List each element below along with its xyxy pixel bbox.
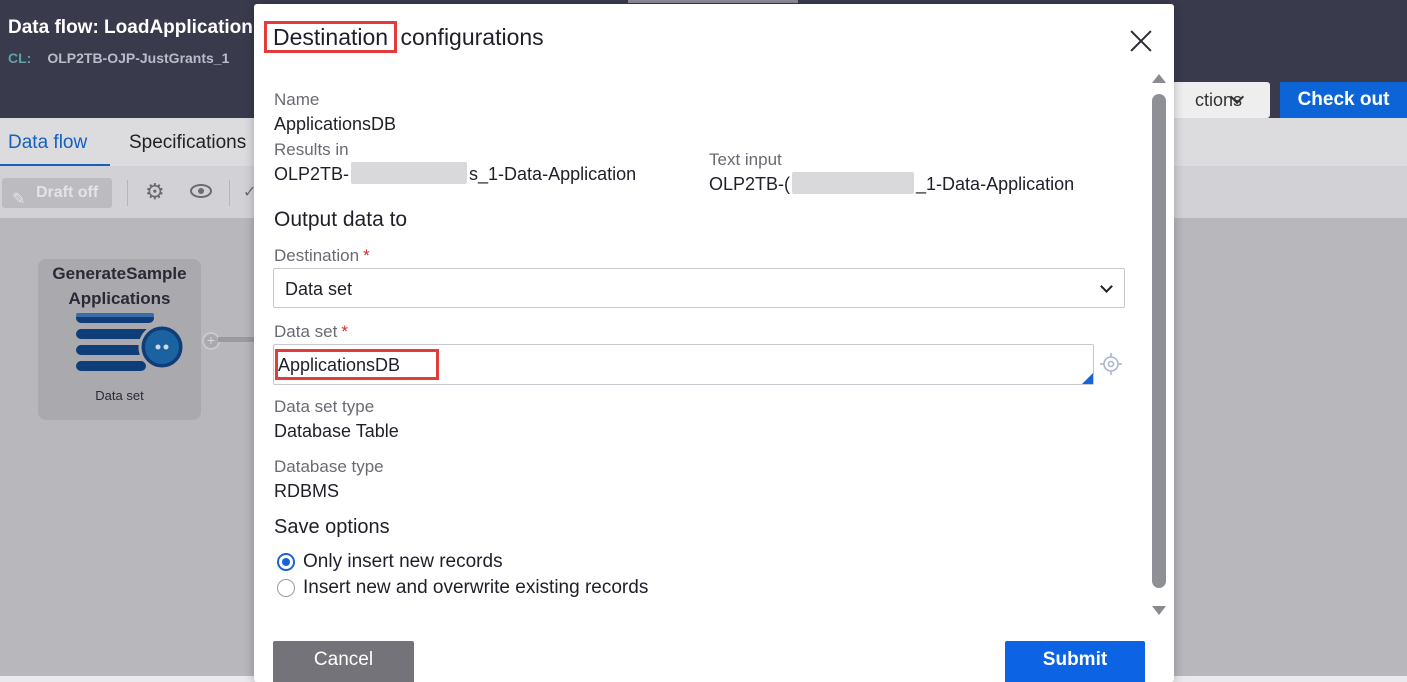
redacted-text	[792, 172, 915, 195]
radio-insert-overwrite-label[interactable]: Insert new and overwrite existing record…	[303, 577, 648, 599]
scroll-up-arrow-icon[interactable]	[1152, 74, 1166, 83]
node-title-line-1: GenerateSample	[52, 264, 187, 283]
close-icon[interactable]	[1126, 26, 1156, 56]
tab-specifications[interactable]: Specifications	[129, 132, 246, 154]
results-in-suffix: s_1-Data-Application	[469, 164, 637, 184]
dataset-type-label: Data set type	[274, 397, 375, 416]
crosshair-icon[interactable]	[1100, 353, 1122, 375]
eye-icon[interactable]	[189, 181, 213, 207]
results-in-label: Results in	[274, 140, 349, 159]
class-value: OLP2TB-OJP-JustGrants_1	[47, 50, 230, 66]
text-input-label: Text input	[709, 150, 782, 169]
scrollbar-thumb[interactable]	[1152, 94, 1166, 588]
destination-config-modal: Destination configurations Name Applicat…	[254, 4, 1174, 682]
draft-toggle-button[interactable]: ✎ Draft off	[2, 178, 112, 208]
destination-label: Destination *	[274, 246, 370, 266]
gear-icon[interactable]: ⚙	[145, 179, 165, 205]
dataset-icon	[76, 313, 186, 371]
tab-data-flow[interactable]: Data flow	[8, 132, 87, 154]
chevron-down-icon	[1100, 280, 1113, 293]
name-value: ApplicationsDB	[274, 114, 397, 134]
dataset-input[interactable]: ApplicationsDB	[273, 344, 1094, 385]
dataset-input-value: ApplicationsDB	[278, 355, 401, 375]
text-input-prefix: OLP2TB-(	[709, 174, 791, 194]
radio-only-insert-label[interactable]: Only insert new records	[303, 551, 503, 573]
required-marker: *	[341, 322, 348, 341]
scroll-down-arrow-icon[interactable]	[1152, 606, 1166, 615]
modal-title-highlight: Destination	[263, 21, 398, 53]
text-input-value: OLP2TB-( _1-Data-Application	[709, 172, 1075, 196]
destination-select[interactable]: Data set	[273, 268, 1125, 308]
radio-insert-overwrite[interactable]	[277, 579, 295, 597]
submit-button[interactable]: Submit	[1005, 641, 1145, 682]
text-input-suffix: _1-Data-Application	[916, 174, 1075, 194]
output-data-heading: Output data to	[274, 208, 408, 231]
header-top-indicator	[628, 0, 798, 3]
modal-title-rest: configurations	[394, 24, 544, 50]
save-options-heading: Save options	[274, 516, 390, 538]
results-in-prefix: OLP2TB-	[274, 164, 350, 184]
name-label: Name	[274, 90, 320, 109]
pencil-icon: ✎	[12, 191, 26, 208]
autocomplete-corner-icon	[1082, 373, 1093, 384]
actions-dropdown[interactable]: ctions	[1168, 82, 1270, 118]
cancel-button[interactable]: Cancel	[273, 641, 414, 682]
node-type-label: Data set	[95, 388, 144, 403]
redacted-text	[351, 162, 468, 185]
results-in-value: OLP2TB-s_1-Data-Application	[274, 162, 637, 186]
toolbar-divider	[127, 180, 128, 206]
page-title: Data flow: LoadApplication	[8, 17, 253, 38]
dataset-type-value: Database Table	[274, 421, 399, 441]
modal-title: Destination configurations	[263, 21, 544, 53]
check-out-button[interactable]: Check out	[1280, 82, 1407, 118]
draft-label: Draft off	[36, 184, 99, 201]
flow-node-source[interactable]: GenerateSample Applications Data set	[38, 259, 201, 420]
dataset-label: Data set *	[274, 322, 348, 342]
required-marker: *	[363, 246, 370, 265]
node-title: GenerateSample Applications	[38, 261, 201, 311]
database-type-label: Database type	[274, 457, 384, 476]
dataset-label-text: Data set	[274, 322, 338, 341]
node-title-line-2: Applications	[68, 289, 171, 308]
class-info: CL: OLP2TB-OJP-JustGrants_1	[8, 50, 229, 66]
toolbar-divider	[229, 180, 230, 206]
destination-label-text: Destination	[274, 246, 360, 265]
connector-line	[218, 337, 254, 342]
database-type-value: RDBMS	[274, 481, 340, 501]
class-label: CL:	[8, 50, 32, 66]
radio-only-insert[interactable]	[277, 553, 295, 571]
destination-selected-value: Data set	[285, 279, 353, 299]
